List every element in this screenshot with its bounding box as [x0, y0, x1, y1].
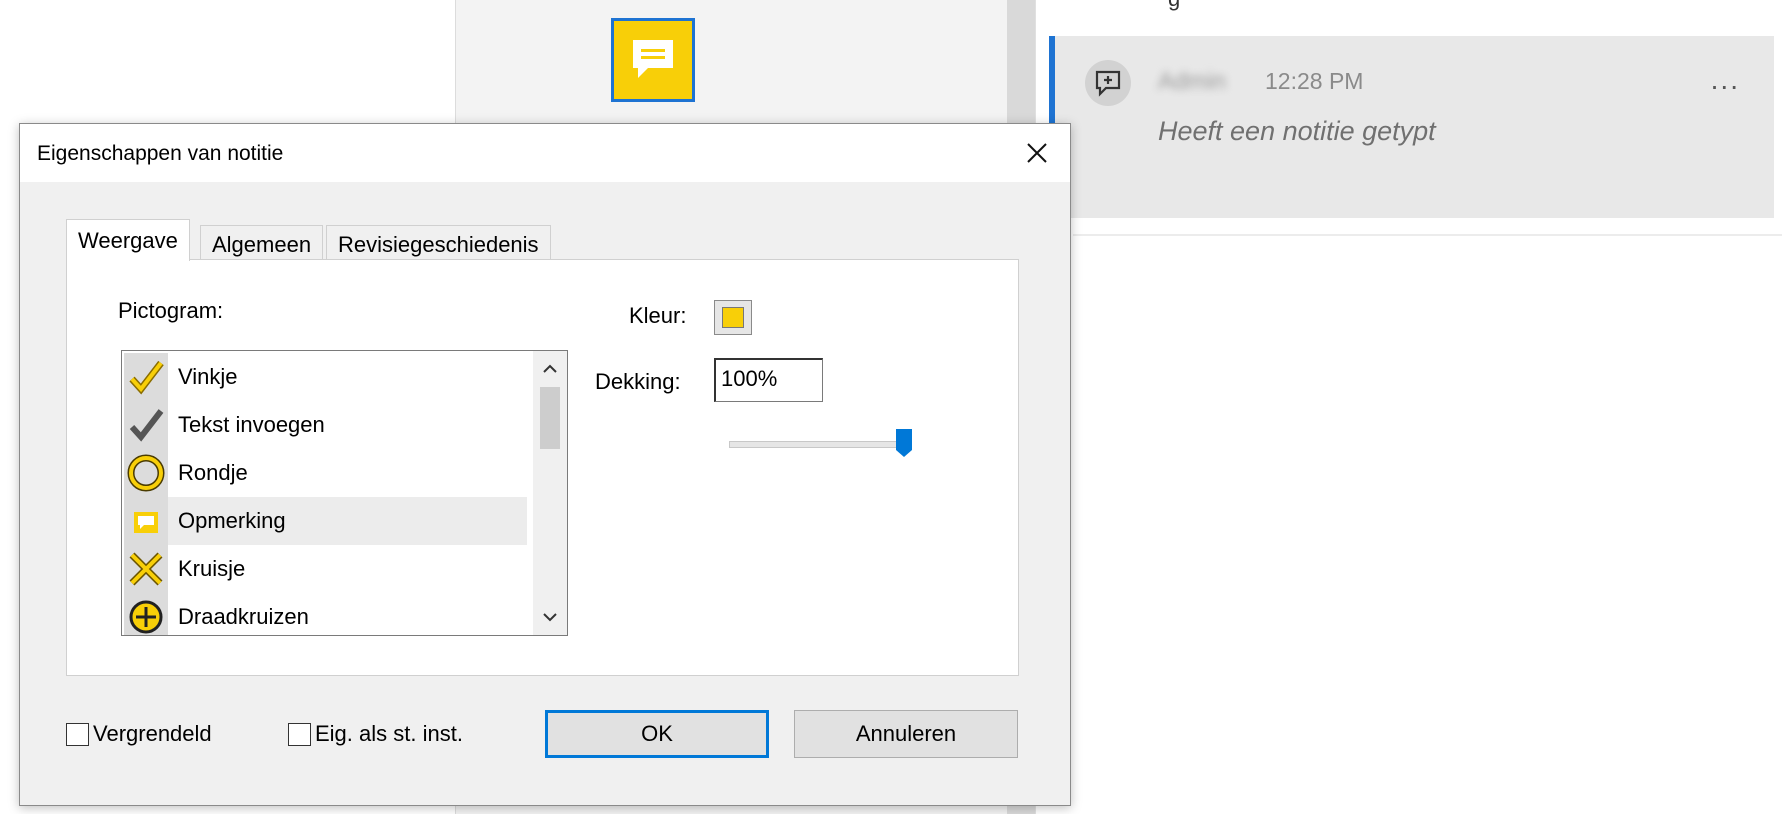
- close-icon: [1027, 143, 1047, 163]
- comment-text: Heeft een notitie getypt: [1158, 116, 1436, 146]
- tab-weergave[interactable]: Weergave: [66, 219, 190, 261]
- opacity-label: Dekking:: [595, 369, 681, 394]
- default-props-checkbox[interactable]: Eig. als st. inst.: [288, 721, 463, 747]
- list-item-label: Draadkruizen: [178, 604, 309, 629]
- default-props-label: Eig. als st. inst.: [315, 721, 463, 746]
- scroll-thumb[interactable]: [540, 387, 560, 449]
- close-button[interactable]: [1006, 124, 1068, 182]
- checkmark-icon: [124, 353, 168, 401]
- checkbox-box[interactable]: [288, 722, 311, 746]
- checkbox-box[interactable]: [66, 722, 89, 746]
- comment-author: Admin: [1158, 68, 1227, 95]
- list-item-selected[interactable]: Opmerking: [124, 497, 527, 545]
- list-item-label: Kruisje: [178, 556, 246, 581]
- cancel-button[interactable]: Annuleren: [794, 710, 1018, 758]
- note-properties-dialog: Eigenschappen van notitie Weergave Algem…: [19, 123, 1071, 806]
- chevron-down-icon: [543, 613, 557, 622]
- color-swatch: [722, 307, 744, 328]
- list-item[interactable]: Vinkje: [124, 353, 527, 401]
- icon-label: Pictogram:: [118, 298, 224, 323]
- insert-text-icon: [124, 401, 168, 449]
- opacity-input[interactable]: 100%: [714, 358, 823, 402]
- chevron-up-icon: [543, 364, 557, 373]
- list-item-label: Rondje: [178, 460, 248, 485]
- locked-checkbox[interactable]: Vergrendeld: [66, 721, 212, 747]
- list-item[interactable]: Kruisje: [124, 545, 527, 593]
- ok-button[interactable]: OK: [545, 710, 769, 758]
- tab-revisiegeschiedenis[interactable]: Revisiegeschiedenis: [326, 225, 551, 259]
- color-label: Kleur:: [629, 303, 687, 328]
- dialog-title: Eigenschappen van notitie: [37, 142, 284, 165]
- list-item-label: Opmerking: [178, 508, 286, 533]
- comments-heading-fragment: g: [1168, 0, 1180, 12]
- circle-icon: [124, 449, 168, 497]
- tab-algemeen[interactable]: Algemeen: [200, 225, 324, 259]
- icon-listbox[interactable]: Vinkje Tekst invoegen Rondje Opmerking K…: [121, 350, 568, 636]
- opacity-slider-thumb[interactable]: [895, 428, 913, 458]
- opacity-slider-track[interactable]: [729, 441, 911, 448]
- list-scrollbar[interactable]: [533, 351, 567, 635]
- comment-time: 12:28 PM: [1265, 68, 1364, 94]
- color-picker[interactable]: [714, 300, 752, 335]
- divider: [1073, 234, 1782, 236]
- comment-card[interactable]: Admin 12:28 PM ... Heeft een notitie get…: [1049, 36, 1774, 218]
- scroll-down-button[interactable]: [533, 601, 567, 633]
- comment-icon: [633, 40, 673, 78]
- list-item[interactable]: Rondje: [124, 449, 527, 497]
- comment-icon: [124, 497, 168, 545]
- dialog-titlebar[interactable]: Eigenschappen van notitie: [20, 124, 1070, 182]
- list-item-label: Vinkje: [178, 364, 238, 389]
- scroll-up-button[interactable]: [533, 353, 567, 385]
- list-item[interactable]: Draadkruizen: [124, 593, 527, 635]
- locked-label: Vergrendeld: [93, 721, 212, 746]
- more-options-icon[interactable]: ...: [1711, 66, 1740, 94]
- comment-add-icon: [1095, 70, 1121, 97]
- crosshairs-icon: [124, 593, 168, 635]
- list-item-label: Tekst invoegen: [178, 412, 325, 437]
- note-annotation-thumbnail[interactable]: [611, 18, 695, 102]
- tab-panel-weergave: Pictogram: Vinkje Tekst invoegen Rondje …: [66, 259, 1019, 676]
- cross-icon: [124, 545, 168, 593]
- avatar: [1085, 60, 1131, 106]
- list-item[interactable]: Tekst invoegen: [124, 401, 527, 449]
